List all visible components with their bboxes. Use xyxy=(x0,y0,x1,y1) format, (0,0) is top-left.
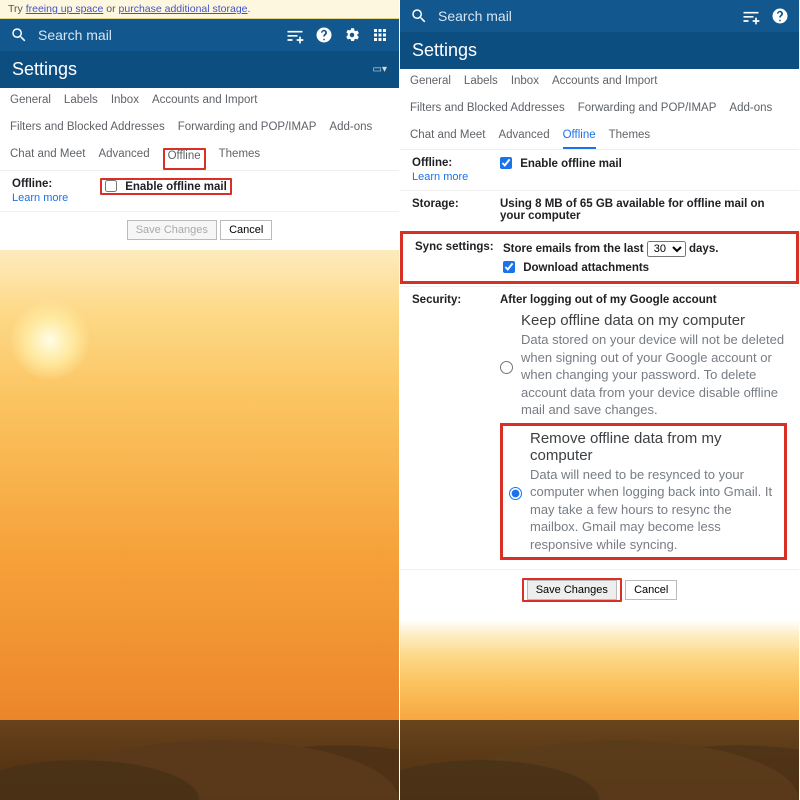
offline-label: Offline: xyxy=(412,157,452,169)
tab-themes[interactable]: Themes xyxy=(609,129,651,149)
tab-general[interactable]: General xyxy=(10,94,51,112)
search-bar[interactable]: Search mail xyxy=(10,26,275,44)
tab-forwarding[interactable]: Forwarding and POP/IMAP xyxy=(578,102,717,120)
search-icon xyxy=(410,7,428,25)
tab-general[interactable]: General xyxy=(410,75,451,93)
remove-data-title: Remove offline data from my computer xyxy=(530,430,778,464)
search-placeholder: Search mail xyxy=(38,27,112,43)
save-button: Save Changes xyxy=(127,220,217,240)
tune-icon[interactable] xyxy=(741,6,761,26)
tab-labels[interactable]: Labels xyxy=(64,94,98,112)
remove-data-radio[interactable] xyxy=(509,432,522,556)
apps-icon[interactable] xyxy=(371,26,389,44)
tab-chat[interactable]: Chat and Meet xyxy=(10,148,85,170)
tab-advanced[interactable]: Advanced xyxy=(498,129,549,149)
offline-label: Offline: xyxy=(12,178,52,190)
tab-forwarding[interactable]: Forwarding and POP/IMAP xyxy=(178,121,317,139)
keep-data-radio[interactable] xyxy=(500,314,513,421)
free-space-link[interactable]: freeing up space xyxy=(26,3,104,15)
enable-offline-checkbox[interactable] xyxy=(105,180,117,192)
tab-addons[interactable]: Add-ons xyxy=(729,102,772,120)
storage-banner: Try freeing up space or purchase additio… xyxy=(0,0,399,19)
gear-icon[interactable] xyxy=(343,26,361,44)
tab-themes[interactable]: Themes xyxy=(219,148,261,170)
cancel-button[interactable]: Cancel xyxy=(220,220,272,240)
storage-value: Using 8 MB of 65 GB available for offlin… xyxy=(500,198,765,222)
search-placeholder: Search mail xyxy=(438,8,512,24)
enable-offline-label: Enable offline mail xyxy=(125,181,227,193)
save-button[interactable]: Save Changes xyxy=(527,580,617,600)
page-title: Settings xyxy=(412,40,477,61)
tab-inbox[interactable]: Inbox xyxy=(111,94,139,112)
remove-data-desc: Data will need to be resynced to your co… xyxy=(530,466,778,554)
tab-offline[interactable]: Offline xyxy=(563,129,596,149)
tab-accounts[interactable]: Accounts and Import xyxy=(552,75,657,93)
sync-label: Sync settings: xyxy=(415,241,503,274)
page-title: Settings xyxy=(12,59,77,80)
learn-more-link[interactable]: Learn more xyxy=(412,171,500,183)
settings-tabs: General Labels Inbox Accounts and Import… xyxy=(400,69,799,150)
tab-accounts[interactable]: Accounts and Import xyxy=(152,94,257,112)
enable-offline-checkbox[interactable] xyxy=(500,157,512,169)
settings-tabs: General Labels Inbox Accounts and Import… xyxy=(0,88,399,171)
sync-days-select[interactable]: 30 xyxy=(647,241,686,257)
density-toggle[interactable]: ▭▾ xyxy=(373,64,387,75)
tab-inbox[interactable]: Inbox xyxy=(511,75,539,93)
tune-icon[interactable] xyxy=(285,25,305,45)
help-icon[interactable] xyxy=(315,26,333,44)
purchase-storage-link[interactable]: purchase additional storage xyxy=(119,3,248,15)
search-bar[interactable]: Search mail xyxy=(410,7,731,25)
tab-filters[interactable]: Filters and Blocked Addresses xyxy=(410,102,565,120)
tab-labels[interactable]: Labels xyxy=(464,75,498,93)
security-heading: After logging out of my Google account xyxy=(500,294,717,306)
cancel-button[interactable]: Cancel xyxy=(625,580,677,600)
help-icon[interactable] xyxy=(771,7,789,25)
keep-data-desc: Data stored on your device will not be d… xyxy=(521,331,787,419)
search-icon xyxy=(10,26,28,44)
download-attachments-checkbox[interactable] xyxy=(503,261,515,273)
download-attachments-label: Download attachments xyxy=(523,262,649,274)
learn-more-link[interactable]: Learn more xyxy=(12,192,100,204)
storage-label: Storage: xyxy=(412,198,500,222)
tab-addons[interactable]: Add-ons xyxy=(329,121,372,139)
security-label: Security: xyxy=(412,294,500,306)
tab-advanced[interactable]: Advanced xyxy=(98,148,149,170)
enable-offline-label: Enable offline mail xyxy=(520,158,622,170)
tab-offline[interactable]: Offline xyxy=(163,148,206,170)
tab-filters[interactable]: Filters and Blocked Addresses xyxy=(10,121,165,139)
tab-chat[interactable]: Chat and Meet xyxy=(410,129,485,149)
keep-data-title: Keep offline data on my computer xyxy=(521,312,787,329)
